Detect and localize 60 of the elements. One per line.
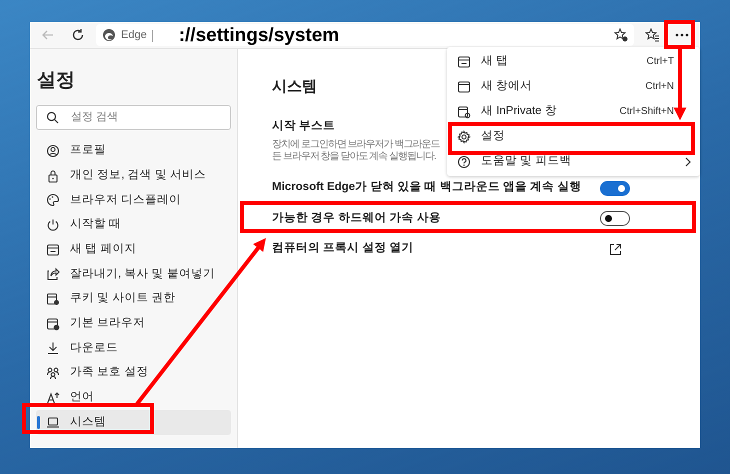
sidebar-item[interactable]: 쿠키 및 사이트 권한 <box>36 286 231 312</box>
setting-label: 시작 부스트 <box>272 118 336 134</box>
sidebar-item[interactable]: 새 탭 페이지 <box>36 237 231 262</box>
share-icon <box>46 267 60 282</box>
address-bar[interactable]: Edge ://settings/system <box>96 24 634 46</box>
sidebar-title: 설정 <box>37 69 76 93</box>
new-tab-icon <box>46 242 60 257</box>
sidebar-item[interactable]: 언어 <box>36 385 231 410</box>
menu-item[interactable]: 도움말 및 피드백 <box>447 149 700 174</box>
edge-logo-icon <box>102 28 116 42</box>
browser-icon <box>46 316 60 331</box>
toggle-switch[interactable] <box>600 211 630 226</box>
shortcut-text: Ctrl+T <box>646 55 674 69</box>
setting-description: 든 브라우저 창을 닫아도 계속 실행됩니다. <box>272 150 436 163</box>
add-favorite-icon[interactable] <box>614 28 628 42</box>
shortcut-text: Ctrl+N <box>645 80 674 94</box>
annotation-box <box>664 20 695 49</box>
cookie-icon <box>46 292 60 306</box>
url-text: ://settings/system <box>178 26 340 44</box>
sidebar-item[interactable]: 프로필 <box>36 138 231 164</box>
sidebar-item[interactable]: 브라우저 디스플레이 <box>36 188 231 213</box>
help-icon <box>457 154 471 168</box>
sidebar-item[interactable]: 잘라내기, 복사 및 붙여넣기 <box>36 262 231 287</box>
menu-item[interactable]: 새 InPrivate 창 Ctrl+Shift+N <box>447 99 700 124</box>
settings-icon <box>457 130 471 144</box>
new-tab-icon <box>457 54 471 68</box>
profile-icon <box>46 144 60 158</box>
language-icon <box>46 390 60 405</box>
menu-item[interactable]: 새 탭 Ctrl+T <box>447 49 700 74</box>
lock-icon <box>46 168 60 183</box>
sidebar-item[interactable]: 다운로드 <box>36 336 231 361</box>
setting-label: 가능한 경우 하드웨어 가속 사용 <box>272 210 441 226</box>
setting-label: 컴퓨터의 프록시 설정 열기 <box>272 241 414 256</box>
palette-icon <box>46 193 60 208</box>
more-icon <box>675 33 689 37</box>
download-icon <box>46 341 60 356</box>
site-label: Edge <box>121 28 147 43</box>
external-link-icon[interactable] <box>609 242 622 256</box>
menu-item[interactable]: 설정 <box>447 124 700 149</box>
search-field[interactable]: 설정 검색 <box>36 104 231 130</box>
back-arrow-icon <box>41 28 55 42</box>
page-title: 시스템 <box>272 77 317 97</box>
family-icon <box>46 366 60 380</box>
setting-label: Microsoft Edge가 닫혀 있을 때 백그라운드 앱을 계속 실행 <box>272 180 582 196</box>
sidebar-item[interactable]: 가족 보호 설정 <box>36 360 231 386</box>
menu-item[interactable]: 새 창에서 Ctrl+N <box>447 74 700 99</box>
laptop-icon <box>46 415 60 430</box>
sidebar-item[interactable]: 시작할 때 <box>36 212 231 238</box>
refresh-icon <box>71 28 85 42</box>
toggle-switch[interactable] <box>600 180 630 196</box>
search-icon <box>46 110 59 124</box>
power-icon <box>46 218 60 232</box>
setting-description: 장치에 로그인하면 브라우저가 백그라운드 <box>272 138 440 151</box>
private-window-icon <box>457 104 471 118</box>
sidebar-item[interactable]: 기본 브라우저 <box>36 311 231 336</box>
window-icon <box>457 80 471 94</box>
sidebar-item[interactable]: 개인 정보, 검색 및 서비스 <box>36 163 231 188</box>
favorites-icon <box>645 28 659 42</box>
chevron-icon <box>684 156 692 166</box>
shortcut-text: Ctrl+Shift+N <box>620 105 674 119</box>
